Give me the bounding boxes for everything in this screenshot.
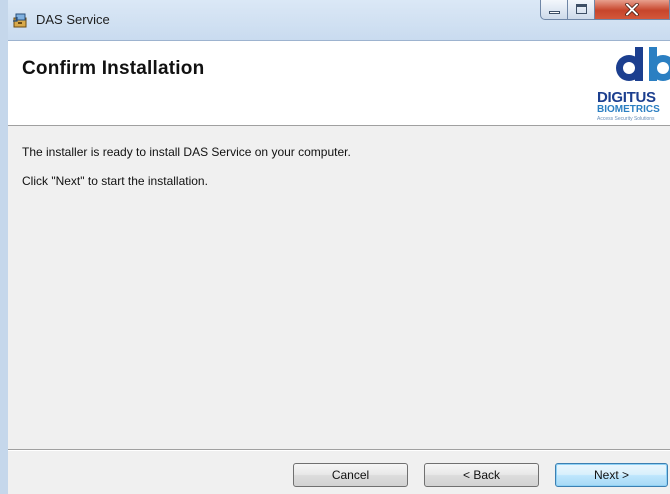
next-instruction: Click "Next" to start the installation. [22,174,208,188]
minimize-icon [549,11,560,14]
content-area: The installer is ready to install DAS Se… [8,126,670,450]
close-button[interactable] [595,0,670,20]
maximize-button[interactable] [568,0,595,20]
footer-divider [8,449,670,451]
back-button[interactable]: < Back [424,463,539,487]
page-title: Confirm Installation [22,58,205,79]
caption-buttons [540,0,670,22]
window-title: DAS Service [36,12,110,27]
minimize-button[interactable] [540,0,568,20]
close-icon [625,3,639,16]
logo-tagline: Access Security Solutions [597,116,655,122]
db-logo-icon [616,47,670,81]
ready-message: The installer is ready to install DAS Se… [22,145,351,159]
installer-window: DAS Service Confirm Installation DIGITUS… [0,0,670,494]
header-banner: Confirm Installation DIGITUS BIOMETRICS … [8,41,670,126]
title-bar[interactable]: DAS Service [8,0,670,41]
next-button[interactable]: Next > [555,463,668,487]
company-logo: DIGITUS BIOMETRICS Access Security Solut… [589,41,670,125]
maximize-icon [576,4,587,14]
installer-app-icon [12,11,30,29]
cancel-button[interactable]: Cancel [293,463,408,487]
logo-subtitle: BIOMETRICS [597,104,660,115]
